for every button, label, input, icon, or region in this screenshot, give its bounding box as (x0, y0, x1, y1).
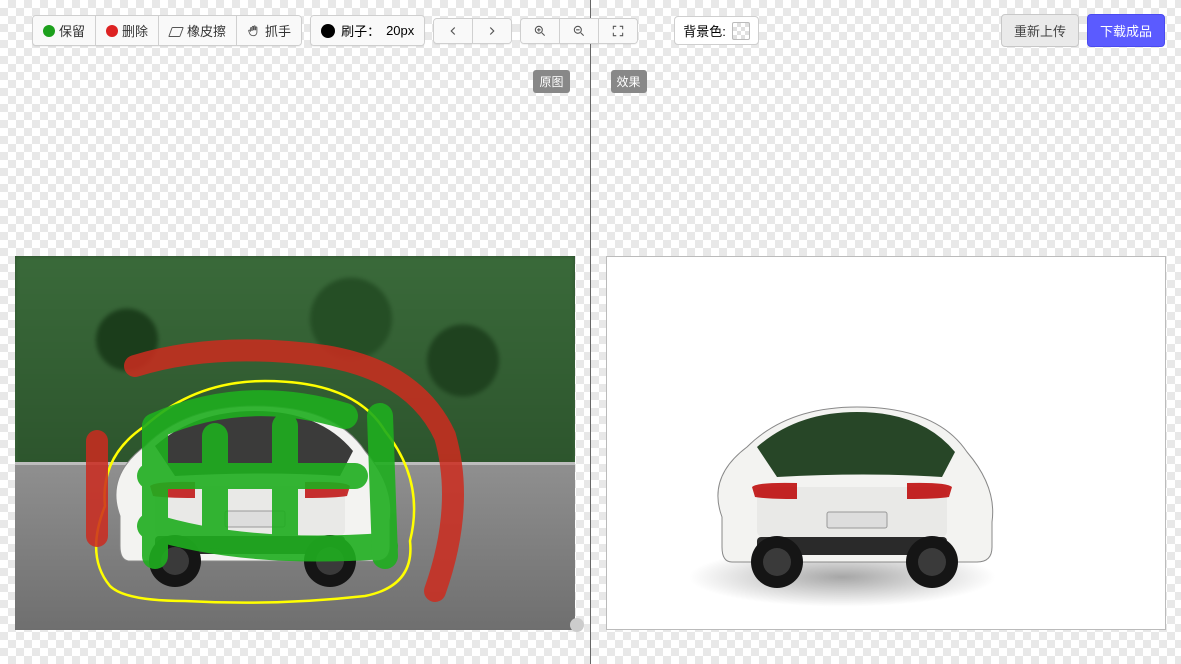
hand-button[interactable]: 抓手 (236, 16, 301, 45)
hand-icon (247, 24, 261, 38)
zoom-in-icon (533, 24, 547, 38)
reupload-button[interactable]: 重新上传 (1001, 14, 1079, 47)
hand-label: 抓手 (265, 21, 291, 40)
fit-screen-button[interactable] (598, 19, 637, 43)
original-photograph (15, 256, 575, 630)
brush-dot-icon (321, 24, 335, 38)
car-cutout (697, 377, 1007, 597)
eraser-icon (169, 24, 183, 38)
keep-button[interactable]: 保留 (33, 16, 95, 45)
zoom-out-button[interactable] (559, 19, 598, 43)
panel-resize-handle[interactable] (570, 618, 584, 632)
toolbar: 保留 删除 橡皮擦 抓手 刷子： 20px (32, 14, 1165, 47)
canvas-original[interactable] (0, 0, 590, 664)
panel-result-tag: 效果 (611, 70, 647, 93)
brush-size-group: 刷子： 20px (310, 15, 425, 46)
panel-original-tag: 原图 (533, 70, 569, 93)
eraser-label: 橡皮擦 (187, 21, 226, 40)
canvas-result[interactable] (591, 0, 1181, 664)
bgcolor-swatch-transparent-icon (732, 22, 750, 40)
mark-tools-group: 保留 删除 橡皮擦 抓手 (32, 15, 302, 46)
result-image-viewport[interactable] (606, 256, 1166, 630)
eraser-button[interactable]: 橡皮擦 (158, 16, 236, 45)
keep-label: 保留 (59, 21, 85, 40)
brush-size-display[interactable]: 刷子： 20px (311, 16, 424, 45)
reupload-label: 重新上传 (1014, 24, 1066, 39)
delete-button[interactable]: 删除 (95, 16, 158, 45)
undo-button[interactable] (434, 19, 472, 43)
split-view: 原图 (0, 0, 1181, 664)
fit-screen-icon (611, 24, 625, 38)
arrow-left-icon (446, 24, 460, 38)
delete-label: 删除 (122, 21, 148, 40)
arrow-right-icon (485, 24, 499, 38)
download-label: 下载成品 (1100, 24, 1152, 39)
plus-keep-icon (43, 25, 55, 37)
minus-delete-icon (106, 25, 118, 37)
redo-button[interactable] (472, 19, 511, 43)
original-image-viewport[interactable] (15, 256, 575, 630)
zoom-group (520, 18, 638, 44)
bgcolor-picker[interactable]: 背景色: (674, 16, 759, 45)
brush-size-value: 20px (386, 23, 414, 38)
history-group (433, 18, 512, 44)
brush-label-prefix: 刷子： (341, 21, 380, 40)
download-button[interactable]: 下载成品 (1087, 14, 1165, 47)
panel-original: 原图 (0, 0, 591, 664)
zoom-in-button[interactable] (521, 19, 559, 43)
zoom-out-icon (572, 24, 586, 38)
panel-result: 效果 (591, 0, 1181, 664)
car-illustration (95, 376, 405, 596)
bgcolor-label: 背景色: (683, 21, 726, 40)
